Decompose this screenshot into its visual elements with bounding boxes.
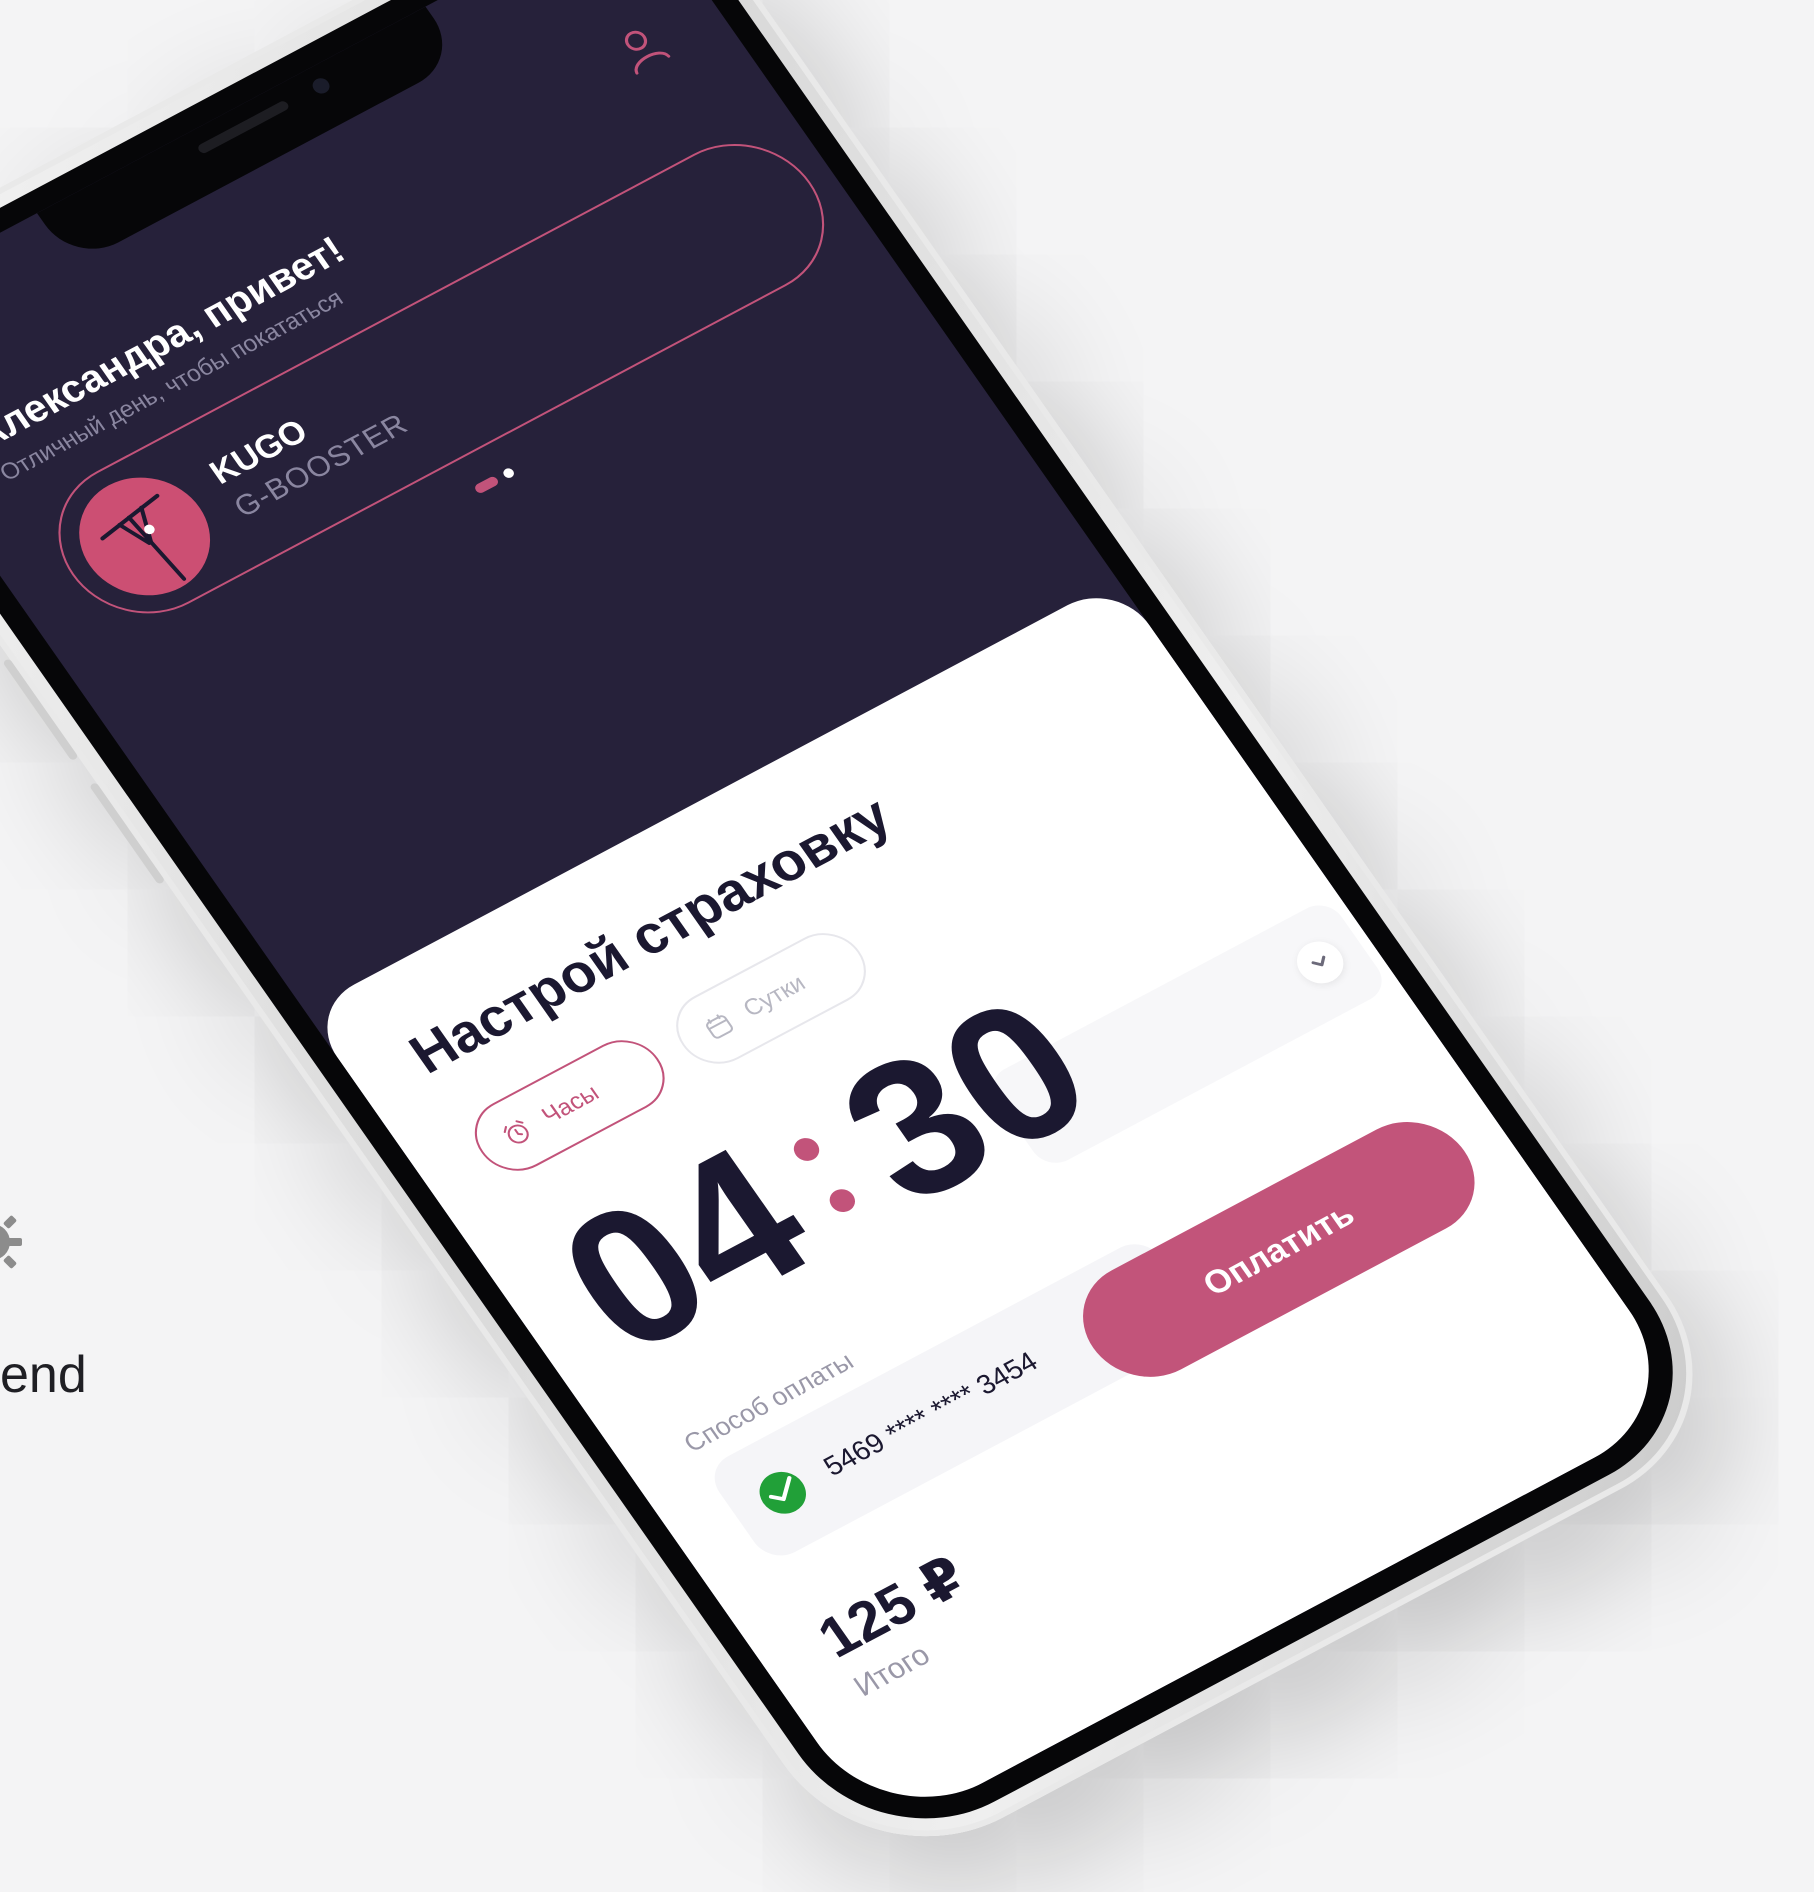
alarm-clock-icon <box>503 1120 529 1144</box>
app-screen: Александра, привет! Отличный день, чтобы… <box>0 0 1695 1837</box>
tab-days-label: Сутки <box>738 969 811 1023</box>
chevron-down-glyph <box>1311 955 1326 967</box>
pager-dot-active[interactable] <box>473 475 501 495</box>
tab-hours-label: Часы <box>536 1079 605 1130</box>
phone-bezel: Александра, привет! Отличный день, чтобы… <box>0 0 1728 1865</box>
sberbank-icon <box>759 1471 806 1514</box>
phone-mockup: Александра, привет! Отличный день, чтобы… <box>0 0 1814 1888</box>
calendar-icon <box>706 1014 733 1039</box>
insurance-sheet: Настрой страховку Часы Сутки 04 30 Спосо… <box>304 578 1695 1837</box>
front-camera <box>309 75 333 97</box>
phone-frame: Александра, привет! Отличный день, чтобы… <box>0 0 1754 1888</box>
user-icon[interactable] <box>603 14 679 81</box>
scooter-icon <box>100 493 187 581</box>
speaker-grille <box>196 99 291 155</box>
phone-notch <box>36 6 463 266</box>
pager-dot[interactable] <box>501 466 516 480</box>
chevron-down-icon[interactable] <box>1288 933 1353 991</box>
vehicle-avatar <box>54 456 236 617</box>
